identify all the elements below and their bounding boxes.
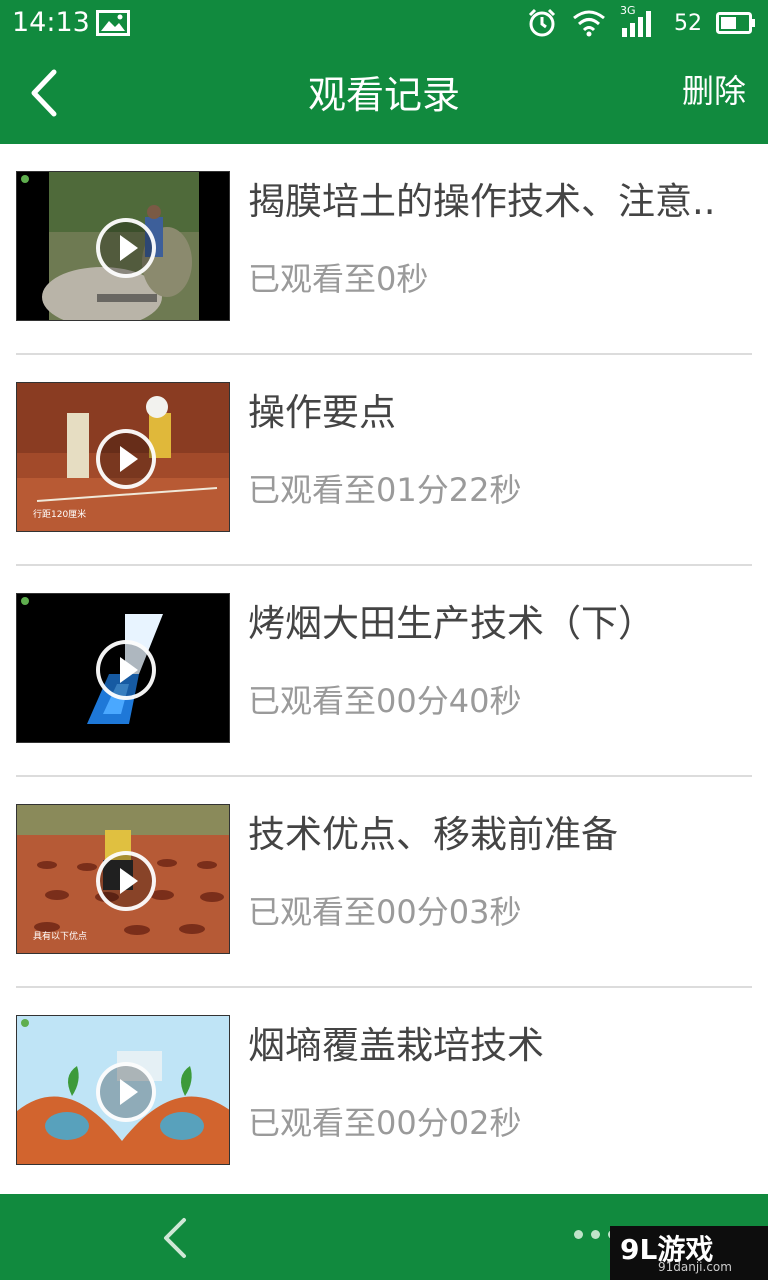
watch-progress: 已观看至00分03秒 [248, 893, 522, 931]
watch-progress: 已观看至00分02秒 [248, 1104, 522, 1142]
video-thumbnail[interactable]: 具有以下优点 [16, 804, 230, 954]
video-title: 揭膜培土的操作技术、注意.. [248, 180, 716, 223]
video-thumbnail[interactable] [16, 593, 230, 743]
history-item[interactable]: 烤烟大田生产技术（下） 已观看至00分40秒 [0, 566, 768, 777]
cell-signal-icon: 3G [620, 4, 660, 38]
video-title: 操作要点 [248, 391, 396, 434]
page-title: 观看记录 [307, 73, 460, 117]
watch-history-list: 揭膜培土的操作技术、注意.. 已观看至0秒 行距120厘米 操作要点 已观看至0… [0, 144, 768, 1199]
thumbnail-caption: 具有以下优点 [33, 932, 88, 942]
watermark: 9L游戏 91danji.com [610, 1226, 768, 1280]
watermark-url: 91danji.com [658, 1260, 732, 1274]
play-icon [96, 851, 156, 911]
watch-progress: 已观看至0秒 [248, 260, 429, 298]
battery-icon [716, 12, 755, 34]
image-notification-icon [96, 10, 130, 36]
video-title: 烤烟大田生产技术（下） [248, 602, 655, 645]
app-bar: 观看记录 删除 [0, 46, 768, 144]
video-thumbnail[interactable] [16, 171, 230, 321]
play-icon [96, 640, 156, 700]
history-item[interactable]: 行距120厘米 操作要点 已观看至01分22秒 [0, 355, 768, 566]
delete-button[interactable]: 删除 [682, 46, 746, 144]
status-bar: 14:13 3G 52 [0, 0, 768, 46]
video-thumbnail[interactable]: 行距120厘米 [16, 382, 230, 532]
history-item[interactable]: 揭膜培土的操作技术、注意.. 已观看至0秒 [0, 144, 768, 355]
wifi-icon [573, 10, 605, 37]
video-title: 技术优点、移栽前准备 [248, 813, 618, 856]
video-title: 烟墒覆盖栽培技术 [248, 1024, 544, 1067]
play-icon [96, 218, 156, 278]
watch-progress: 已观看至00分40秒 [248, 682, 522, 720]
status-time: 14:13 [12, 7, 90, 38]
play-icon [96, 429, 156, 489]
history-item[interactable]: 具有以下优点 技术优点、移栽前准备 已观看至00分03秒 [0, 777, 768, 988]
thumbnail-caption: 行距120厘米 [33, 510, 87, 520]
nav-back-icon[interactable] [160, 1216, 190, 1260]
watch-progress: 已观看至01分22秒 [248, 471, 522, 509]
history-item[interactable]: 烟墒覆盖栽培技术 已观看至00分02秒 [0, 988, 768, 1199]
video-thumbnail[interactable] [16, 1015, 230, 1165]
alarm-icon [528, 8, 556, 37]
play-icon [96, 1062, 156, 1122]
battery-level: 52 [674, 10, 702, 36]
